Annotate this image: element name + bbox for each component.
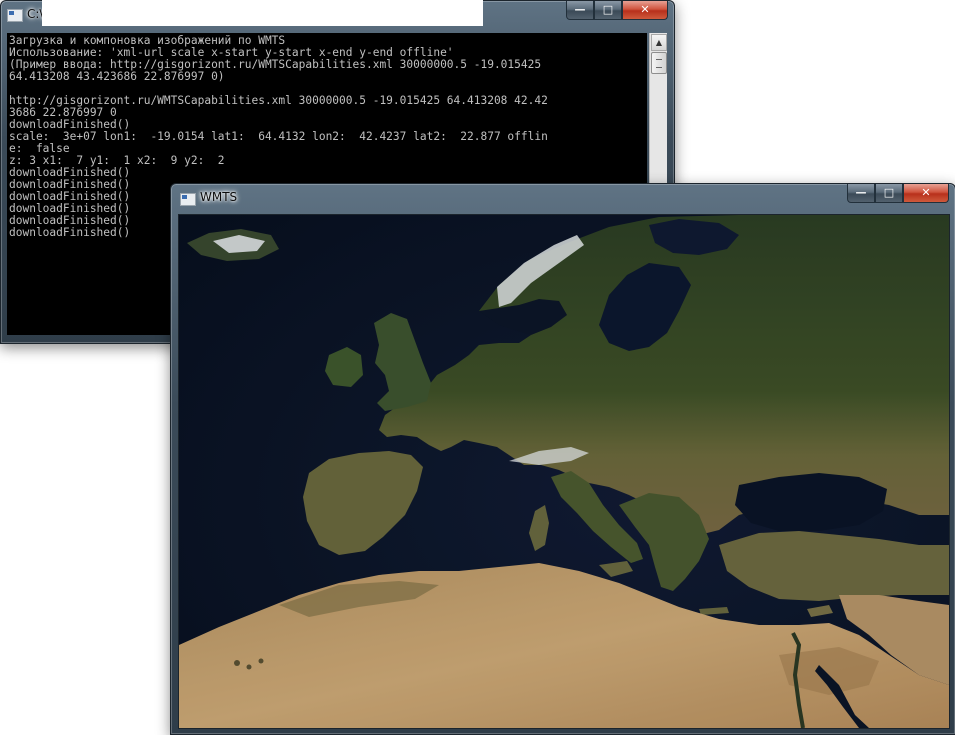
wmts-window[interactable]: WMTS — □ ✕	[170, 183, 955, 735]
scroll-up-arrow-icon[interactable]: ▲	[651, 34, 667, 51]
satellite-map-image	[179, 215, 949, 728]
satellite-map-view[interactable]	[178, 214, 950, 729]
console-minimize-button[interactable]: —	[566, 1, 594, 20]
wmts-title: WMTS	[200, 190, 238, 204]
wmts-minimize-button[interactable]: —	[847, 184, 875, 203]
console-line: scale: 3e+07 lon1: -19.0154 lat1: 64.413…	[9, 130, 548, 143]
console-app-icon	[7, 9, 23, 22]
wmts-close-button[interactable]: ✕	[903, 184, 949, 203]
console-title: C:\	[27, 7, 44, 21]
wmts-maximize-button[interactable]: □	[875, 184, 903, 203]
console-line: 64.413208 43.423686 22.876997 0)	[9, 70, 225, 83]
console-window-controls: — □ ✕	[566, 1, 668, 21]
console-line: downloadFinished()	[9, 226, 131, 239]
wmts-titlebar[interactable]: WMTS — □ ✕	[171, 184, 955, 212]
redacted-title-area	[42, 0, 483, 26]
console-maximize-button[interactable]: □	[594, 1, 622, 20]
scrollbar-thumb[interactable]	[651, 52, 667, 74]
wmts-app-icon	[180, 193, 196, 206]
console-close-button[interactable]: ✕	[622, 1, 668, 20]
wmts-window-controls: — □ ✕	[847, 184, 949, 204]
